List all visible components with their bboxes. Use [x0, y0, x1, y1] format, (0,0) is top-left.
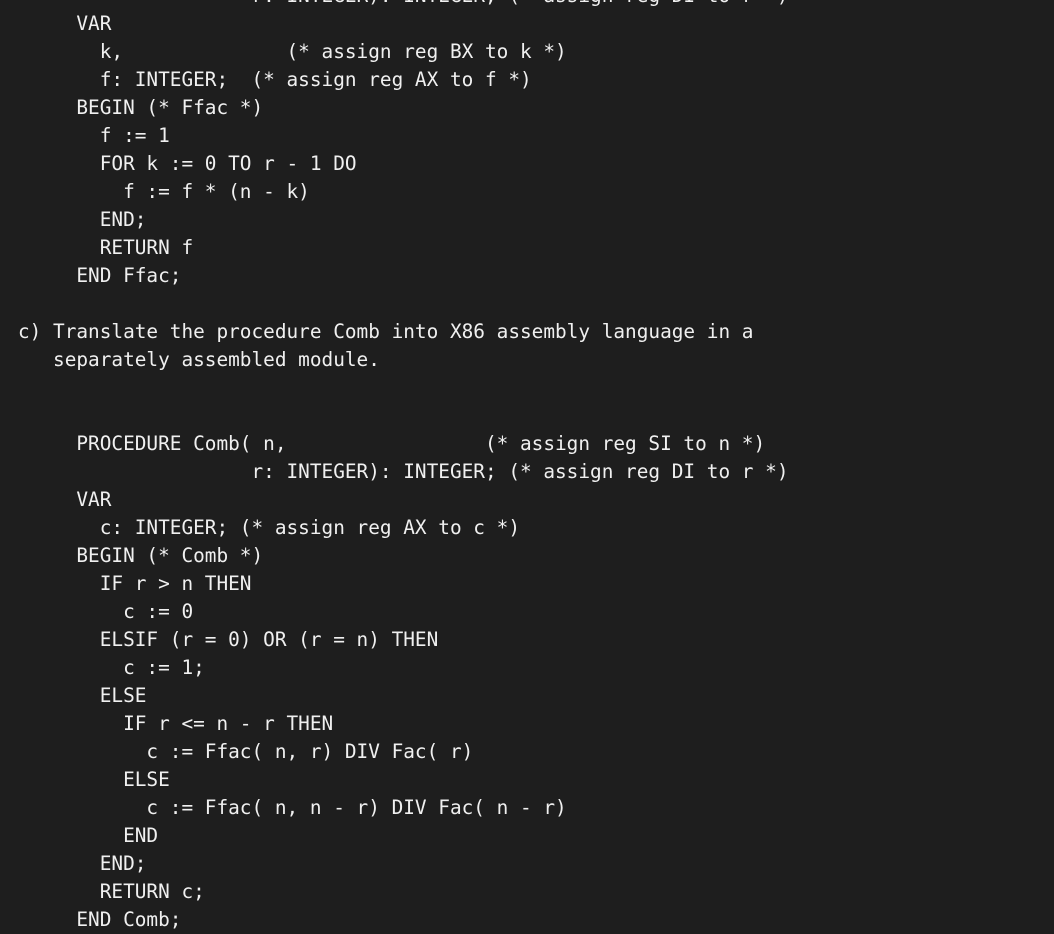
code-line: FOR k := 0 TO r - 1 DO [18, 152, 357, 175]
code-line: f := 1 [18, 124, 170, 147]
code-line: END; [18, 208, 147, 231]
code-line: IF r <= n - r THEN [18, 712, 334, 735]
code-line: VAR [18, 12, 112, 35]
code-line: END; [18, 852, 147, 875]
code-line: IF r > n THEN [18, 572, 252, 595]
code-line: END [18, 824, 159, 847]
code-line: BEGIN (* Comb *) [18, 544, 264, 567]
code-line: END Comb; [18, 908, 182, 931]
code-line: ELSE [18, 768, 170, 791]
code-line: c := Ffac( n, r) DIV Fac( r) [18, 740, 474, 763]
code-text-block[interactable]: r: INTEGER): INTEGER; (* assign reg DI t… [18, 0, 789, 934]
code-line: END Ffac; [18, 264, 182, 287]
code-line: separately assembled module. [18, 348, 380, 371]
code-line: c := 0 [18, 600, 194, 623]
code-line: f := f * (n - k) [18, 180, 310, 203]
code-line: k, (* assign reg BX to k *) [18, 40, 567, 63]
code-line: r: INTEGER): INTEGER; (* assign reg DI t… [18, 0, 788, 10]
code-line: c := Ffac( n, n - r) DIV Fac( n - r) [18, 796, 567, 819]
code-listing-surface: r: INTEGER): INTEGER; (* assign reg DI t… [0, 0, 1054, 931]
code-line: ELSIF (r = 0) OR (r = n) THEN [18, 628, 439, 651]
code-line: PROCEDURE Comb( n, (* assign reg SI to n… [18, 432, 766, 455]
code-line: VAR [18, 488, 112, 511]
code-line: c: INTEGER; (* assign reg AX to c *) [18, 516, 520, 539]
code-line: BEGIN (* Ffac *) [18, 96, 264, 119]
code-line: RETURN f [18, 236, 194, 259]
code-line: RETURN c; [18, 880, 205, 903]
code-line: r: INTEGER): INTEGER; (* assign reg DI t… [18, 460, 789, 483]
code-line: c) Translate the procedure Comb into X86… [18, 320, 754, 343]
code-line: ELSE [18, 684, 147, 707]
code-line: f: INTEGER; (* assign reg AX to f *) [18, 68, 532, 91]
code-line: c := 1; [18, 656, 205, 679]
